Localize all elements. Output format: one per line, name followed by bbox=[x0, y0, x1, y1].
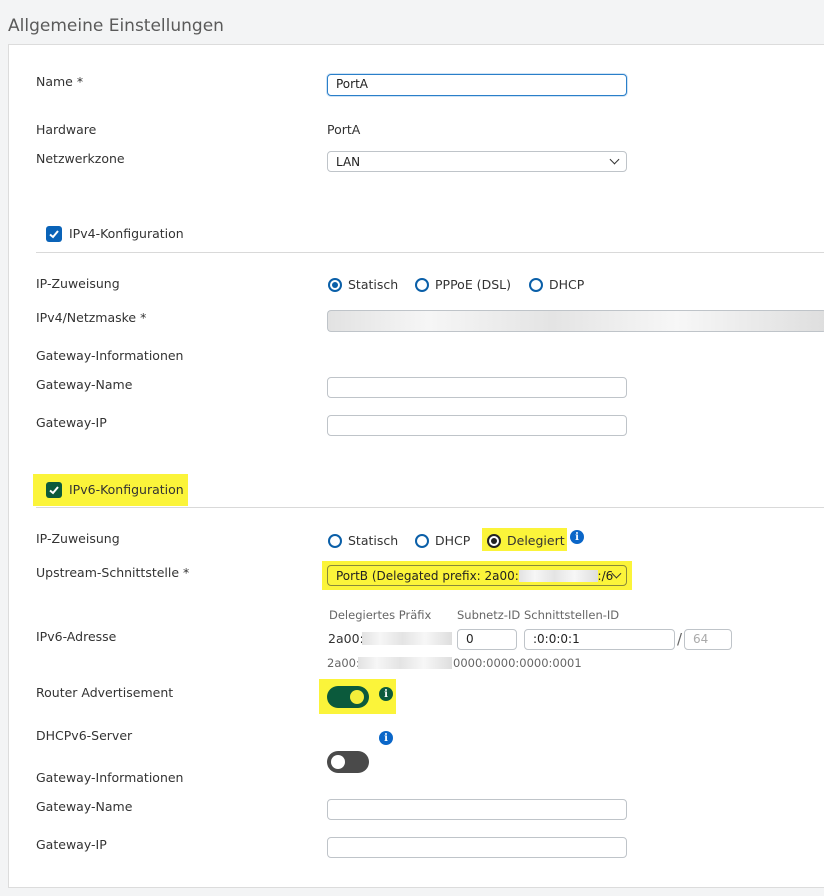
ipv4-checkbox[interactable] bbox=[46, 226, 62, 242]
interface-id-input[interactable]: :0:0:0:1 bbox=[524, 629, 675, 650]
radio-selected-icon bbox=[487, 533, 501, 548]
info-icon[interactable]: i bbox=[570, 530, 584, 544]
prefix-length-input[interactable]: 64 bbox=[684, 629, 732, 650]
upstream-select[interactable]: PortB (Delegated prefix: 2a00: :/6 bbox=[327, 565, 627, 586]
ipv4-gateway-name-input[interactable] bbox=[327, 377, 627, 398]
dhcpv6-toggle[interactable] bbox=[327, 751, 369, 773]
upstream-value: PortB (Delegated prefix: 2a00: :/6 bbox=[336, 567, 613, 585]
ipv6-gateway-ip-label: Gateway-IP bbox=[36, 837, 107, 852]
col-prefix-label: Delegiertes Präfix bbox=[329, 608, 432, 622]
ipv4-netmask-label: IPv4/Netzmaske * bbox=[36, 310, 147, 325]
ipv6-checkbox[interactable] bbox=[46, 482, 62, 498]
upstream-value-start: PortB (Delegated prefix: 2a00: bbox=[336, 568, 519, 583]
check-icon bbox=[49, 230, 59, 239]
info-icon[interactable]: i bbox=[379, 731, 393, 745]
slash-separator: / bbox=[677, 630, 683, 648]
ipv4-gateway-info-label: Gateway-Informationen bbox=[36, 348, 184, 363]
dhcpv6-label: DHCPv6-Server bbox=[36, 728, 133, 743]
ipv6-radio-delegated[interactable]: Delegiert bbox=[487, 533, 565, 548]
ipv4-radio-pppoe[interactable]: PPPoE (DSL) bbox=[415, 277, 511, 292]
ipv6-radio-delegated-label: Delegiert bbox=[507, 533, 565, 548]
ipv6-address-label: IPv6-Adresse bbox=[36, 629, 117, 644]
info-icon[interactable]: i bbox=[379, 687, 393, 701]
ipv6-divider bbox=[36, 507, 824, 508]
router-adv-label: Router Advertisement bbox=[36, 685, 174, 700]
subnet-id-input[interactable]: 0 bbox=[457, 629, 517, 650]
ipv6-gateway-info-label: Gateway-Informationen bbox=[36, 770, 184, 785]
ipv4-gateway-ip-input[interactable] bbox=[327, 415, 627, 436]
ipv4-assignment-label: IP-Zuweisung bbox=[36, 276, 120, 291]
redacted-block bbox=[358, 657, 452, 669]
radio-selected-icon bbox=[328, 277, 342, 292]
redacted-block bbox=[518, 569, 598, 582]
router-adv-toggle[interactable] bbox=[327, 686, 369, 708]
ipv6-gateway-name-label: Gateway-Name bbox=[36, 799, 133, 814]
hardware-label: Hardware bbox=[36, 122, 97, 137]
zone-select-value: LAN bbox=[336, 154, 361, 169]
ipv4-netmask-input[interactable] bbox=[327, 310, 824, 332]
ipv6-checkbox-label: IPv6-Konfiguration bbox=[69, 482, 184, 497]
prefix-value: 2a00: bbox=[328, 631, 364, 646]
ipv4-radio-pppoe-label: PPPoE (DSL) bbox=[435, 277, 511, 292]
ipv6-radio-static-label: Statisch bbox=[348, 533, 399, 548]
section-title: Allgemeine Einstellungen bbox=[8, 16, 224, 36]
radio-icon bbox=[415, 533, 429, 548]
full-address-end: 0000:0000:0000:0001 bbox=[453, 656, 582, 670]
ipv6-gateway-name-input[interactable] bbox=[327, 799, 627, 820]
col-subnet-label: Subnetz-ID bbox=[457, 608, 521, 622]
zone-label: Netzwerkzone bbox=[36, 151, 125, 166]
ipv6-radio-dhcp-label: DHCP bbox=[435, 533, 471, 548]
radio-icon bbox=[529, 277, 543, 292]
ipv4-radio-dhcp[interactable]: DHCP bbox=[529, 277, 584, 292]
redacted-block bbox=[362, 632, 452, 645]
zone-select[interactable]: LAN bbox=[327, 151, 627, 172]
ipv6-radio-dhcp[interactable]: DHCP bbox=[415, 533, 470, 548]
ipv4-divider bbox=[36, 252, 824, 253]
ipv4-gateway-name-label: Gateway-Name bbox=[36, 377, 133, 392]
ipv4-radio-dhcp-label: DHCP bbox=[549, 277, 585, 292]
ipv4-radio-static-label: Statisch bbox=[348, 277, 399, 292]
check-icon bbox=[49, 486, 59, 495]
col-interface-label: Schnittstellen-ID bbox=[524, 608, 620, 622]
full-address-start: 2a00: bbox=[327, 656, 360, 670]
upstream-value-end: :/6 bbox=[597, 568, 614, 583]
radio-icon bbox=[328, 533, 342, 548]
ipv4-radio-static[interactable]: Statisch bbox=[328, 277, 398, 292]
ipv4-gateway-ip-label: Gateway-IP bbox=[36, 415, 107, 430]
ipv6-radio-static[interactable]: Statisch bbox=[328, 533, 398, 548]
ipv6-gateway-ip-input[interactable] bbox=[327, 837, 627, 858]
upstream-label: Upstream-Schnittstelle * bbox=[36, 565, 190, 580]
ipv6-assignment-label: IP-Zuweisung bbox=[36, 531, 120, 546]
hardware-value: PortA bbox=[327, 122, 361, 137]
name-label: Name * bbox=[36, 74, 84, 89]
ipv4-checkbox-label: IPv4-Konfiguration bbox=[69, 226, 184, 241]
name-input[interactable]: PortA bbox=[327, 74, 627, 96]
chevron-down-icon bbox=[609, 154, 620, 165]
radio-icon bbox=[415, 277, 429, 292]
